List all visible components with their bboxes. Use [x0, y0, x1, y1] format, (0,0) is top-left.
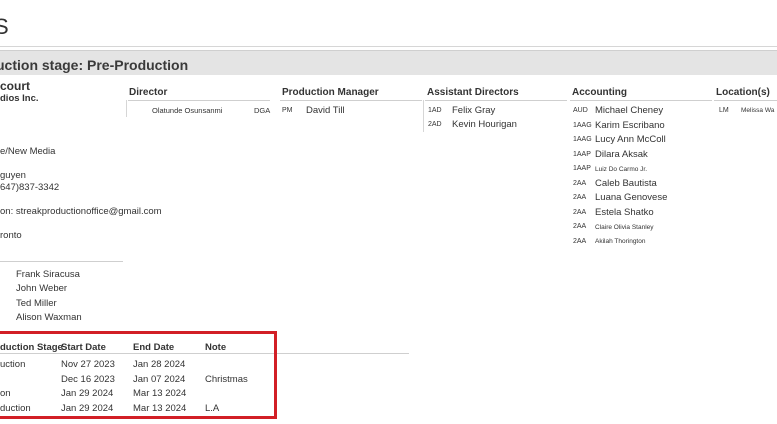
- accounting-role: 1AAP: [573, 150, 591, 158]
- header-divider: [0, 46, 777, 47]
- accounting-role: 1AAG: [573, 121, 592, 129]
- ad-role: 1AD: [428, 107, 442, 114]
- assistant-directors-left-rule: [423, 100, 424, 132]
- ad-name: Kevin Hourigan: [452, 119, 517, 130]
- contact-name: guyen: [0, 170, 26, 181]
- ad-name: Felix Gray: [452, 105, 496, 116]
- production-stage-label: uction stage: Pre-Production: [0, 57, 189, 73]
- accounting-role: 2AA: [573, 194, 587, 201]
- production-type: e/New Media: [0, 146, 56, 157]
- accounting-heading: Accounting: [572, 87, 627, 98]
- accounting-name: Luiz Do Carmo Jr.: [595, 165, 648, 173]
- accounting-name: Dilara Aksak: [595, 148, 648, 160]
- director-union: DGA: [254, 106, 271, 115]
- company-subname: dios Inc.: [0, 93, 39, 104]
- accounting-role: 2AA: [573, 237, 587, 245]
- ad-role: 2AD: [428, 121, 442, 128]
- pm-name: David Till: [306, 105, 345, 116]
- accounting-role: 2AA: [573, 179, 587, 187]
- accounting-name: Akilah Thorington: [595, 238, 646, 245]
- info-divider: [0, 261, 123, 262]
- director-name: Olatunde Osunsanmi: [152, 106, 223, 115]
- accounting-rule: [570, 100, 712, 101]
- accounting-name: Karim Escribano: [595, 119, 665, 131]
- accounting-role: 1AAP: [573, 165, 591, 172]
- accounting-name: Claire Olivia Stanley: [595, 223, 654, 231]
- accounting-name: Lucy Ann McColl: [595, 134, 666, 145]
- locations-rule: [714, 100, 777, 101]
- accounting-role: 1AAG: [573, 136, 592, 143]
- accounting-role: 2AA: [573, 223, 587, 230]
- accounting-name: Luana Genovese: [595, 192, 668, 203]
- director-rule: [128, 100, 270, 101]
- director-heading: Director: [129, 87, 168, 98]
- schedule-highlight-box: [0, 331, 277, 419]
- person-name: John Weber: [16, 283, 68, 295]
- location-role: LM: [719, 107, 729, 114]
- production-manager-heading: Production Manager: [282, 87, 379, 98]
- person-name: Alison Waxman: [16, 311, 82, 323]
- production-manager-rule: [280, 100, 422, 101]
- production-city: ronto: [0, 230, 22, 241]
- accounting-name: Michael Cheney: [595, 105, 664, 116]
- director-left-rule: [126, 100, 127, 117]
- pm-role: PM: [282, 107, 293, 114]
- locations-heading: Location(s): [716, 87, 770, 98]
- person-name: Ted Miller: [16, 297, 57, 309]
- accounting-name: Caleb Bautista: [595, 177, 657, 189]
- accounting-name: Estela Shatko: [595, 206, 654, 218]
- assistant-directors-heading: Assistant Directors: [427, 87, 519, 98]
- person-name: Frank Siracusa: [16, 269, 80, 280]
- accounting-role: 2AA: [573, 208, 587, 216]
- contact-email[interactable]: on: streakproductionoffice@gmail.com: [0, 206, 162, 217]
- accounting-role: AUD: [573, 107, 588, 114]
- page-title: S: [0, 14, 9, 39]
- assistant-directors-rule: [425, 100, 567, 101]
- company-name: court: [0, 79, 30, 93]
- contact-phone: 647)837-3342: [0, 182, 60, 193]
- location-name: Melissa Wa: [741, 107, 775, 114]
